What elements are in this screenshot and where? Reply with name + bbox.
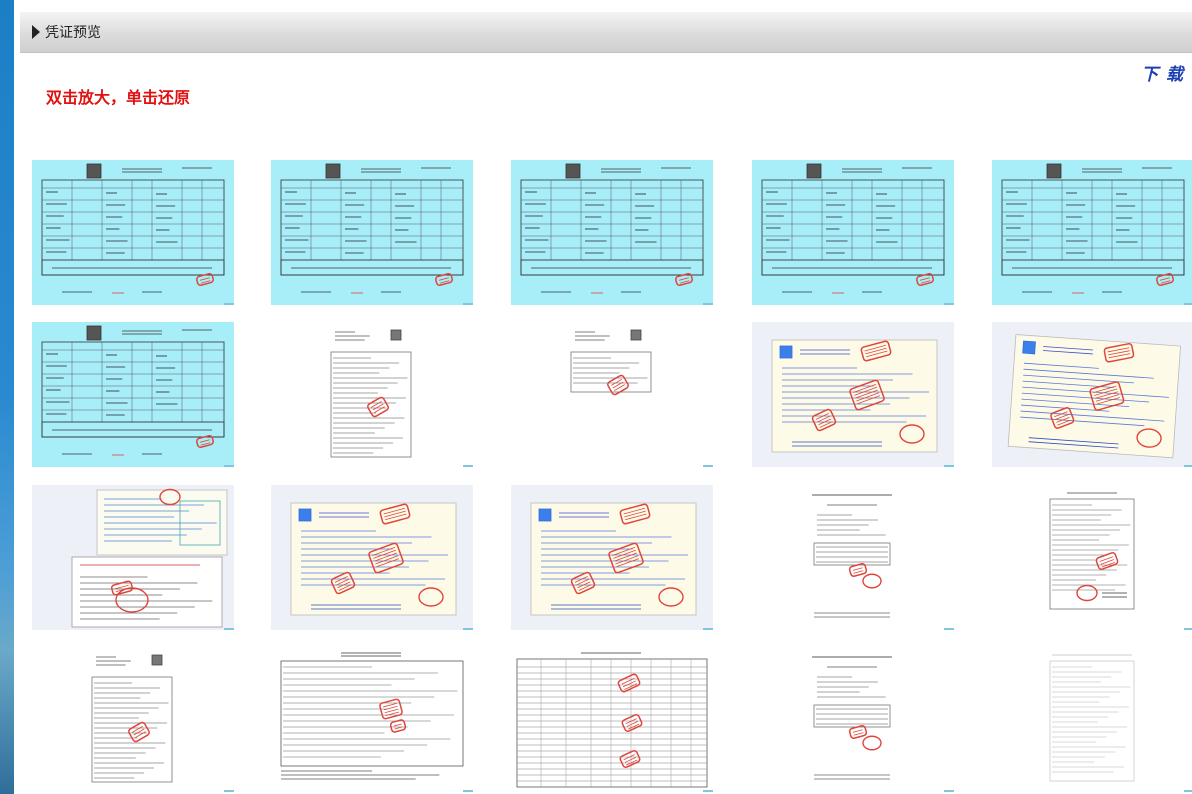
voucher-image — [802, 647, 902, 792]
thumbnail-corner-marker — [703, 465, 713, 467]
thumbnail-corner-marker — [703, 628, 713, 630]
voucher-image — [771, 339, 938, 453]
voucher-image — [511, 647, 713, 792]
voucher-thumbnail[interactable] — [271, 647, 473, 792]
voucher-thumbnail[interactable] — [752, 485, 954, 630]
thumbnail-corner-marker — [944, 465, 954, 467]
thumbnail-corner-marker — [1184, 790, 1192, 792]
thumbnail-corner-marker — [224, 303, 234, 305]
download-link[interactable]: 下 载 — [1141, 60, 1184, 85]
thumbnail-corner-marker — [703, 790, 713, 792]
voucher-image — [530, 502, 697, 616]
voucher-image — [1007, 334, 1181, 459]
voucher-thumbnail[interactable] — [992, 647, 1192, 792]
thumbnail-corner-marker — [224, 628, 234, 630]
voucher-thumbnail[interactable] — [271, 485, 473, 630]
thumbnail-corner-marker — [463, 628, 473, 630]
collapse-arrow-icon[interactable] — [32, 25, 40, 39]
voucher-image — [1042, 485, 1142, 630]
voucher-image — [290, 502, 457, 616]
voucher-thumbnail[interactable] — [32, 322, 234, 467]
thumbnail-corner-marker — [463, 303, 473, 305]
zoom-hint: 双击放大，单击还原 — [46, 88, 191, 107]
voucher-image — [1001, 163, 1185, 294]
voucher-thumbnail[interactable] — [752, 160, 954, 305]
left-accent-strip — [0, 0, 14, 794]
voucher-image — [1042, 647, 1142, 792]
thumbnail-corner-marker — [944, 303, 954, 305]
voucher-image — [761, 163, 945, 294]
voucher-thumbnail[interactable] — [32, 485, 234, 630]
voucher-thumbnail[interactable] — [271, 160, 473, 305]
thumbnail-corner-marker — [463, 790, 473, 792]
voucher-image — [321, 322, 421, 467]
voucher-image — [520, 163, 704, 294]
thumbnail-corner-marker — [1184, 628, 1192, 630]
voucher-image — [271, 647, 473, 792]
voucher-thumbnail[interactable] — [511, 485, 713, 630]
voucher-thumbnail[interactable] — [32, 160, 234, 305]
thumbnail-corner-marker — [703, 303, 713, 305]
voucher-thumbnail[interactable] — [992, 160, 1192, 305]
thumbnail-corner-marker — [224, 790, 234, 792]
thumbnail-corner-marker — [1184, 303, 1192, 305]
voucher-image — [561, 322, 661, 467]
voucher-image — [41, 325, 225, 456]
voucher-thumbnail[interactable] — [992, 485, 1192, 630]
section-title: 凭证预览 — [45, 25, 101, 41]
voucher-image — [71, 488, 228, 628]
voucher-image — [41, 163, 225, 294]
voucher-thumbnail[interactable] — [271, 322, 473, 467]
voucher-image — [82, 647, 182, 792]
thumbnail-corner-marker — [1184, 465, 1192, 467]
voucher-image — [280, 163, 464, 294]
voucher-image — [802, 485, 902, 630]
section-header: 凭证预览 — [20, 12, 1192, 53]
voucher-thumbnail[interactable] — [992, 322, 1192, 467]
voucher-thumbnail[interactable] — [511, 160, 713, 305]
thumbnail-corner-marker — [944, 628, 954, 630]
thumbnail-corner-marker — [944, 790, 954, 792]
voucher-thumbnail[interactable] — [511, 322, 713, 467]
thumbnail-corner-marker — [463, 465, 473, 467]
voucher-thumbnail[interactable] — [752, 647, 954, 792]
thumbnail-corner-marker — [224, 465, 234, 467]
voucher-thumbnail[interactable] — [511, 647, 713, 792]
voucher-thumbnail[interactable] — [752, 322, 954, 467]
voucher-thumbnail[interactable] — [32, 647, 234, 792]
